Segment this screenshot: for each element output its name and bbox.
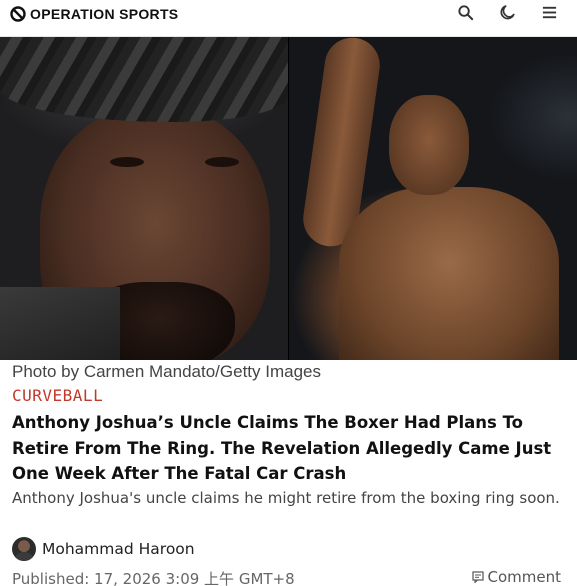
article-headline[interactable]: Anthony Joshua’s Uncle Claims The Boxer … xyxy=(12,410,562,487)
menu-icon[interactable] xyxy=(540,3,558,21)
hero-image-right xyxy=(289,37,577,360)
article-page: OPERATION SPORTS Photo by Carmen Mandato… xyxy=(0,0,577,586)
hero-image[interactable] xyxy=(0,37,577,360)
comment-icon xyxy=(471,571,484,583)
author-byline[interactable]: Mohammad Haroon xyxy=(12,537,195,561)
category-label[interactable]: CURVEBALL xyxy=(12,386,103,405)
article-summary: Anthony Joshua's uncle claims he might r… xyxy=(12,489,560,507)
avatar xyxy=(12,537,36,561)
photo-credit: Photo by Carmen Mandato/Getty Images xyxy=(12,362,321,381)
published-date: Published: 17, 2026 3:09 上午 GMT+8 xyxy=(12,570,295,586)
site-logo[interactable]: OPERATION SPORTS xyxy=(10,4,178,24)
comment-label: Comment xyxy=(487,568,562,586)
moon-icon[interactable] xyxy=(498,3,516,21)
comment-button[interactable]: Comment xyxy=(471,568,562,586)
search-icon[interactable] xyxy=(456,3,474,21)
logo-mark-icon xyxy=(10,6,26,22)
site-header: OPERATION SPORTS xyxy=(0,0,577,37)
site-name: OPERATION SPORTS xyxy=(30,6,179,22)
hero-image-left xyxy=(0,37,288,360)
author-name: Mohammad Haroon xyxy=(42,540,195,558)
